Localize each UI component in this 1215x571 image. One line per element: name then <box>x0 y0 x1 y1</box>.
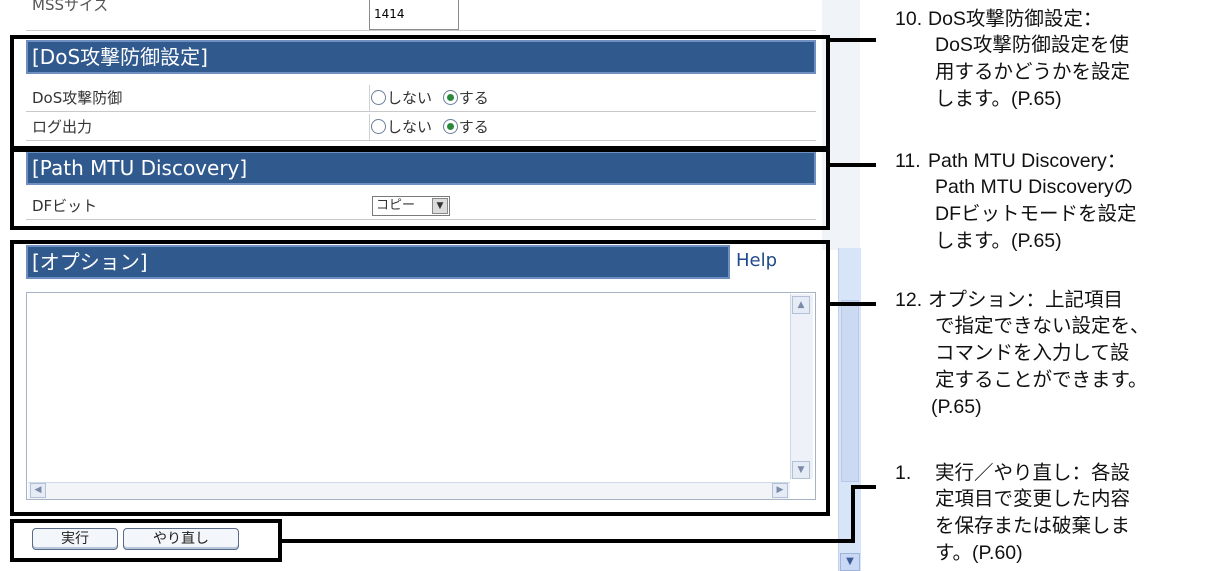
annotation-number: 12. <box>895 289 923 311</box>
connector-line <box>851 485 855 543</box>
annotation-pmtu: 11. Path MTU Discovery： Path MTU Discove… <box>895 149 1210 259</box>
annotation-line: Path MTU Discovery： <box>928 150 1127 172</box>
annotation-line: コマンドを入力して設 <box>935 342 1130 364</box>
annotation-options: 12. オプション：上記項目 で指定できない設定を、 コマンドを入力して設 定す… <box>895 288 1210 428</box>
mss-size-input[interactable]: 1414 <box>369 0 459 30</box>
connector-line <box>282 539 854 543</box>
annotation-line: 定することができます。 <box>935 369 1148 391</box>
connector-line <box>851 485 876 489</box>
annotation-line: します。(P.65) <box>935 88 1062 110</box>
annotation-line: を保存または破棄しま <box>935 515 1131 537</box>
page-scroll-down-arrow[interactable]: ▼ <box>840 553 860 571</box>
annotation-number: 1. <box>895 462 912 484</box>
buttons-callout-frame <box>10 519 282 562</box>
annotation-number: 10. <box>895 8 923 30</box>
connector-line <box>830 302 876 306</box>
annotation-line: Path MTU Discoveryの <box>935 176 1134 198</box>
annotation-line: で指定できない設定を、 <box>935 315 1150 337</box>
page-scroll-thumb[interactable] <box>841 300 859 482</box>
annotation-line: オプション：上記項目 <box>928 289 1124 311</box>
annotation-line: す。(P.60) <box>935 542 1023 564</box>
annotation-dos: 10. DoS攻撃防御設定： DoS攻撃防御設定を使 用するかどうかを設定 しま… <box>895 7 1210 117</box>
annotation-line: 実行／やり直し：各設 <box>935 462 1131 484</box>
dos-callout-frame <box>10 35 830 152</box>
annotation-number: 11. <box>895 150 921 172</box>
options-callout-frame <box>10 240 830 516</box>
annotation-line: DoS攻撃防御設定を使 <box>935 34 1129 56</box>
annotation-line: DoS攻撃防御設定： <box>928 8 1103 30</box>
annotation-line: (P.65) <box>931 396 982 418</box>
connector-line <box>830 163 876 167</box>
annotation-line: 定項目で変更した内容 <box>935 488 1131 510</box>
annotation-buttons: 1. 実行／やり直し：各設 定項目で変更した内容 を保存または破棄しま す。(P… <box>895 461 1210 571</box>
mss-size-label: MSSサイズ <box>32 0 109 14</box>
annotation-line: 用するかどうかを設定 <box>935 61 1131 83</box>
connector-line <box>830 38 876 42</box>
pmtu-callout-frame <box>10 146 830 230</box>
annotation-line: します。(P.65) <box>935 230 1062 252</box>
annotation-line: DFビットモードを設定 <box>935 203 1137 225</box>
